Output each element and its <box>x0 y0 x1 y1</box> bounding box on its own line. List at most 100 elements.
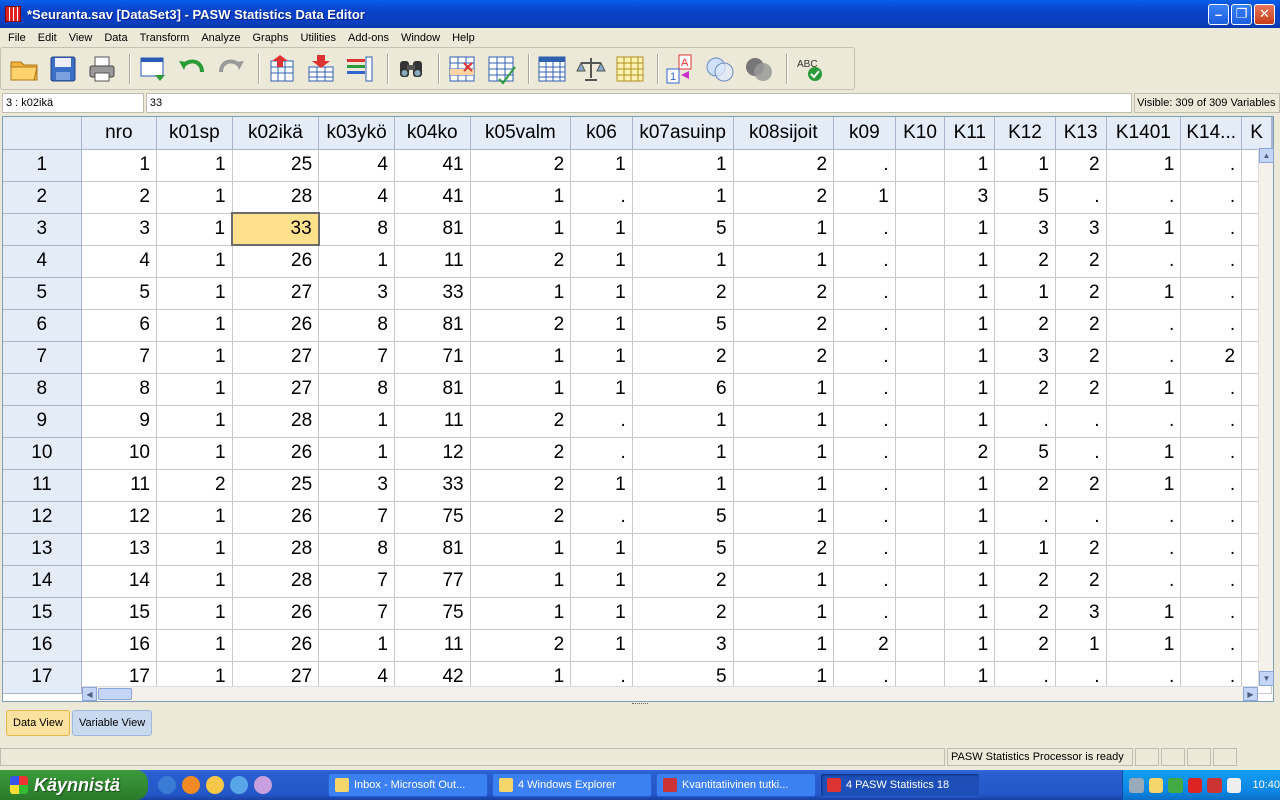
data-cell[interactable]: 2 <box>944 437 996 470</box>
data-cell[interactable]: 11 <box>394 405 471 438</box>
find-icon[interactable] <box>394 52 428 86</box>
data-cell[interactable]: 5 <box>632 309 734 342</box>
data-cell[interactable]: 1 <box>470 213 572 246</box>
data-cell[interactable]: 3 <box>318 277 395 310</box>
data-cell[interactable]: 1 <box>470 533 572 566</box>
data-cell[interactable]: . <box>570 501 633 534</box>
row-header[interactable]: 4 <box>3 245 82 278</box>
data-cell[interactable]: 1 <box>1055 629 1107 662</box>
data-cell[interactable]: 1 <box>570 213 633 246</box>
data-cell[interactable]: 2 <box>1055 469 1107 502</box>
column-header[interactable]: k01sp <box>156 117 233 150</box>
data-cell[interactable]: 5 <box>994 437 1056 470</box>
row-header[interactable]: 12 <box>3 501 82 534</box>
data-cell[interactable]: . <box>833 533 896 566</box>
spell-check-icon[interactable]: ABC <box>793 52 827 86</box>
data-cell[interactable]: 3 <box>994 213 1056 246</box>
column-header[interactable]: K1401 <box>1106 117 1182 150</box>
data-cell[interactable]: 1 <box>156 373 233 406</box>
data-cell[interactable]: . <box>1055 437 1107 470</box>
data-cell[interactable]: 3 <box>632 629 734 662</box>
row-header[interactable]: 6 <box>3 309 82 342</box>
column-header[interactable]: K11 <box>944 117 996 150</box>
data-cell[interactable]: 1 <box>944 597 996 630</box>
data-cell[interactable]: 2 <box>470 149 572 182</box>
menu-analyze[interactable]: Analyze <box>195 32 246 44</box>
data-cell[interactable] <box>895 565 946 598</box>
row-header[interactable]: 8 <box>3 373 82 406</box>
data-cell[interactable]: 1 <box>944 405 996 438</box>
data-cell[interactable]: 1 <box>733 245 835 278</box>
data-cell[interactable]: 26 <box>232 597 320 630</box>
data-cell[interactable]: 2 <box>470 501 572 534</box>
data-cell[interactable]: 2 <box>1055 245 1107 278</box>
data-cell[interactable]: . <box>1180 277 1243 310</box>
title-bar[interactable]: *Seuranta.sav [DataSet3] - PASW Statisti… <box>0 0 1280 28</box>
data-cell[interactable] <box>895 245 946 278</box>
data-cell[interactable]: 2 <box>994 597 1056 630</box>
row-header[interactable]: 17 <box>3 661 82 694</box>
data-cell[interactable]: 3 <box>994 341 1056 374</box>
data-cell[interactable]: . <box>570 437 633 470</box>
start-button[interactable]: Käynnistä <box>0 770 148 800</box>
column-header[interactable]: K <box>1241 117 1272 150</box>
close-button[interactable]: ✕ <box>1254 3 1275 25</box>
data-cell[interactable] <box>895 181 946 214</box>
data-cell[interactable]: 16 <box>81 629 157 662</box>
data-cell[interactable]: 7 <box>318 341 395 374</box>
data-cell[interactable]: 2 <box>994 629 1056 662</box>
data-cell[interactable]: 1 <box>994 149 1056 182</box>
data-cell[interactable]: . <box>1180 213 1243 246</box>
data-cell[interactable] <box>895 149 946 182</box>
data-cell[interactable]: 1 <box>733 469 835 502</box>
save-icon[interactable] <box>46 52 80 86</box>
menu-transform[interactable]: Transform <box>134 32 196 44</box>
data-cell[interactable]: . <box>833 245 896 278</box>
menu-graphs[interactable]: Graphs <box>246 32 294 44</box>
data-cell[interactable]: . <box>1106 405 1182 438</box>
row-header[interactable]: 1 <box>3 149 82 182</box>
data-cell[interactable]: 1 <box>632 405 734 438</box>
data-cell[interactable]: . <box>1106 181 1182 214</box>
data-cell[interactable] <box>895 213 946 246</box>
data-cell[interactable]: . <box>1106 533 1182 566</box>
data-cell[interactable]: 3 <box>318 469 395 502</box>
data-cell[interactable]: 10 <box>81 437 157 470</box>
data-cell[interactable]: 4 <box>318 181 395 214</box>
data-cell[interactable]: 2 <box>994 469 1056 502</box>
menu-file[interactable]: File <box>2 32 32 44</box>
data-cell[interactable]: 1 <box>318 245 395 278</box>
column-header[interactable]: k08sijoit <box>733 117 835 150</box>
data-cell[interactable]: 8 <box>318 373 395 406</box>
data-cell[interactable]: 25 <box>232 149 320 182</box>
menu-edit[interactable]: Edit <box>32 32 63 44</box>
data-cell[interactable]: 1 <box>570 341 633 374</box>
tray-security-icon[interactable] <box>1187 777 1203 793</box>
firefox-icon[interactable] <box>182 776 200 794</box>
data-cell[interactable]: 2 <box>470 437 572 470</box>
data-cell[interactable]: 2 <box>733 309 835 342</box>
data-cell[interactable] <box>895 277 946 310</box>
row-header[interactable]: 15 <box>3 597 82 630</box>
data-cell[interactable]: . <box>1106 245 1182 278</box>
data-cell[interactable]: 1 <box>944 565 996 598</box>
row-header[interactable]: 13 <box>3 533 82 566</box>
data-cell[interactable]: 1 <box>570 469 633 502</box>
data-cell[interactable]: 1 <box>318 629 395 662</box>
variables-icon[interactable] <box>343 52 377 86</box>
data-cell[interactable]: 1 <box>632 437 734 470</box>
data-cell[interactable]: 2 <box>470 469 572 502</box>
data-grid[interactable]: nro k01sp k02ikä k03ykö k04ko k05valm k06 k07as… <box>2 116 1274 702</box>
scroll-down-arrow-icon[interactable]: ▼ <box>1259 671 1274 686</box>
show-desktop-icon[interactable] <box>158 776 176 794</box>
data-cell[interactable]: 1 <box>944 309 996 342</box>
data-cell[interactable]: 2 <box>470 245 572 278</box>
data-cell[interactable]: 2 <box>994 373 1056 406</box>
grid-corner[interactable] <box>3 117 82 150</box>
data-cell[interactable]: 1 <box>944 341 996 374</box>
data-cell[interactable]: . <box>1055 405 1107 438</box>
data-cell[interactable]: 1 <box>156 629 233 662</box>
data-cell[interactable]: 1 <box>470 181 572 214</box>
data-cell[interactable]: 26 <box>232 629 320 662</box>
data-cell[interactable]: 26 <box>232 437 320 470</box>
